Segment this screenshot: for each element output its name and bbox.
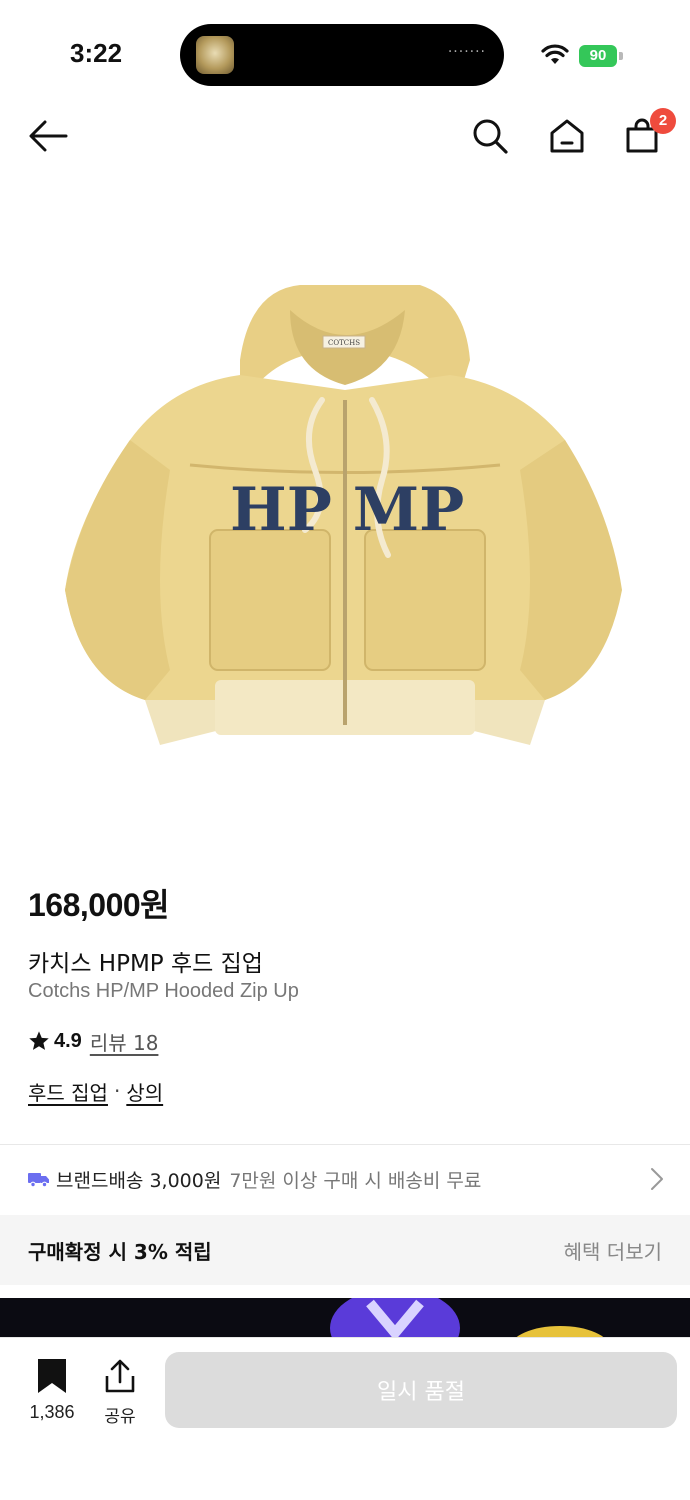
cart-badge: 2 bbox=[650, 108, 676, 134]
product-image[interactable]: COTCHS HP MP bbox=[0, 210, 690, 830]
promo-banner-art bbox=[330, 1298, 607, 1340]
status-bar: 3:22 ······· 90 bbox=[0, 0, 690, 100]
rating-value: 4.9 bbox=[54, 1029, 82, 1052]
wifi-icon bbox=[541, 44, 569, 64]
truck-icon bbox=[28, 1173, 49, 1188]
product-price: 168,000원 bbox=[28, 887, 170, 923]
product-name-korean: 카치스 HPMP 후드 집업 bbox=[28, 951, 263, 977]
status-time: 3:22 bbox=[70, 38, 123, 68]
arrow-left-icon bbox=[29, 120, 68, 152]
benefit-row: 구매확정 시 3% 적립 혜택 더보기 bbox=[0, 1215, 690, 1285]
bookmark-count: 1,386 bbox=[29, 1402, 75, 1422]
cart-button[interactable]: 2 bbox=[620, 108, 676, 158]
battery-indicator: 90 bbox=[579, 45, 617, 67]
share-icon bbox=[105, 1359, 135, 1393]
battery-cap bbox=[619, 52, 623, 60]
top-navigation: 2 bbox=[0, 100, 690, 170]
category-tops[interactable]: 상의 bbox=[126, 1077, 163, 1106]
review-link[interactable]: 리뷰 18 bbox=[90, 1027, 159, 1056]
benefit-title: 구매확정 시 3% 적립 bbox=[28, 1239, 212, 1264]
rating-row: 4.9 리뷰 18 bbox=[28, 1026, 158, 1056]
share-label: 공유 bbox=[104, 1407, 136, 1427]
bookmark-icon bbox=[38, 1359, 66, 1393]
search-button[interactable] bbox=[468, 114, 512, 158]
sold-out-button[interactable]: 일시 품절 bbox=[165, 1352, 677, 1428]
chevron-right-icon bbox=[651, 1168, 663, 1190]
neck-label-text: COTCHS bbox=[328, 339, 360, 347]
battery-level: 90 bbox=[589, 47, 607, 64]
category-hood-zipup[interactable]: 후드 집업 bbox=[28, 1077, 108, 1106]
home-button[interactable] bbox=[545, 114, 589, 158]
now-playing-thumbnail bbox=[196, 36, 234, 74]
island-indicator: ······· bbox=[447, 44, 486, 60]
back-button[interactable] bbox=[26, 114, 70, 158]
dynamic-island: ······· bbox=[180, 24, 504, 86]
home-icon bbox=[550, 119, 584, 153]
bottom-action-bar: 1,386 공유 일시 품절 bbox=[0, 1338, 690, 1500]
star-icon bbox=[29, 1031, 49, 1050]
shipping-free-condition: 7만원 이상 구매 시 배송비 무료 bbox=[229, 1169, 482, 1192]
category-separator: · bbox=[113, 1079, 121, 1103]
product-name-english: Cotchs HP/MP Hooded Zip Up bbox=[28, 980, 299, 1002]
shipping-fee: 브랜드배송 3,000원 bbox=[56, 1169, 222, 1192]
bookmark-button[interactable]: 1,386 bbox=[22, 1356, 82, 1428]
share-button[interactable]: 공유 bbox=[96, 1356, 144, 1428]
jacket-lettering: HP MP bbox=[230, 475, 464, 545]
promo-banner[interactable] bbox=[0, 1298, 690, 1340]
benefit-more-link[interactable]: 혜택 더보기 bbox=[564, 1236, 662, 1265]
category-breadcrumb: 후드 집업 · 상의 bbox=[28, 1076, 163, 1106]
shipping-info-row[interactable]: 브랜드배송 3,000원 7만원 이상 구매 시 배송비 무료 bbox=[0, 1145, 690, 1213]
search-icon bbox=[473, 119, 508, 154]
